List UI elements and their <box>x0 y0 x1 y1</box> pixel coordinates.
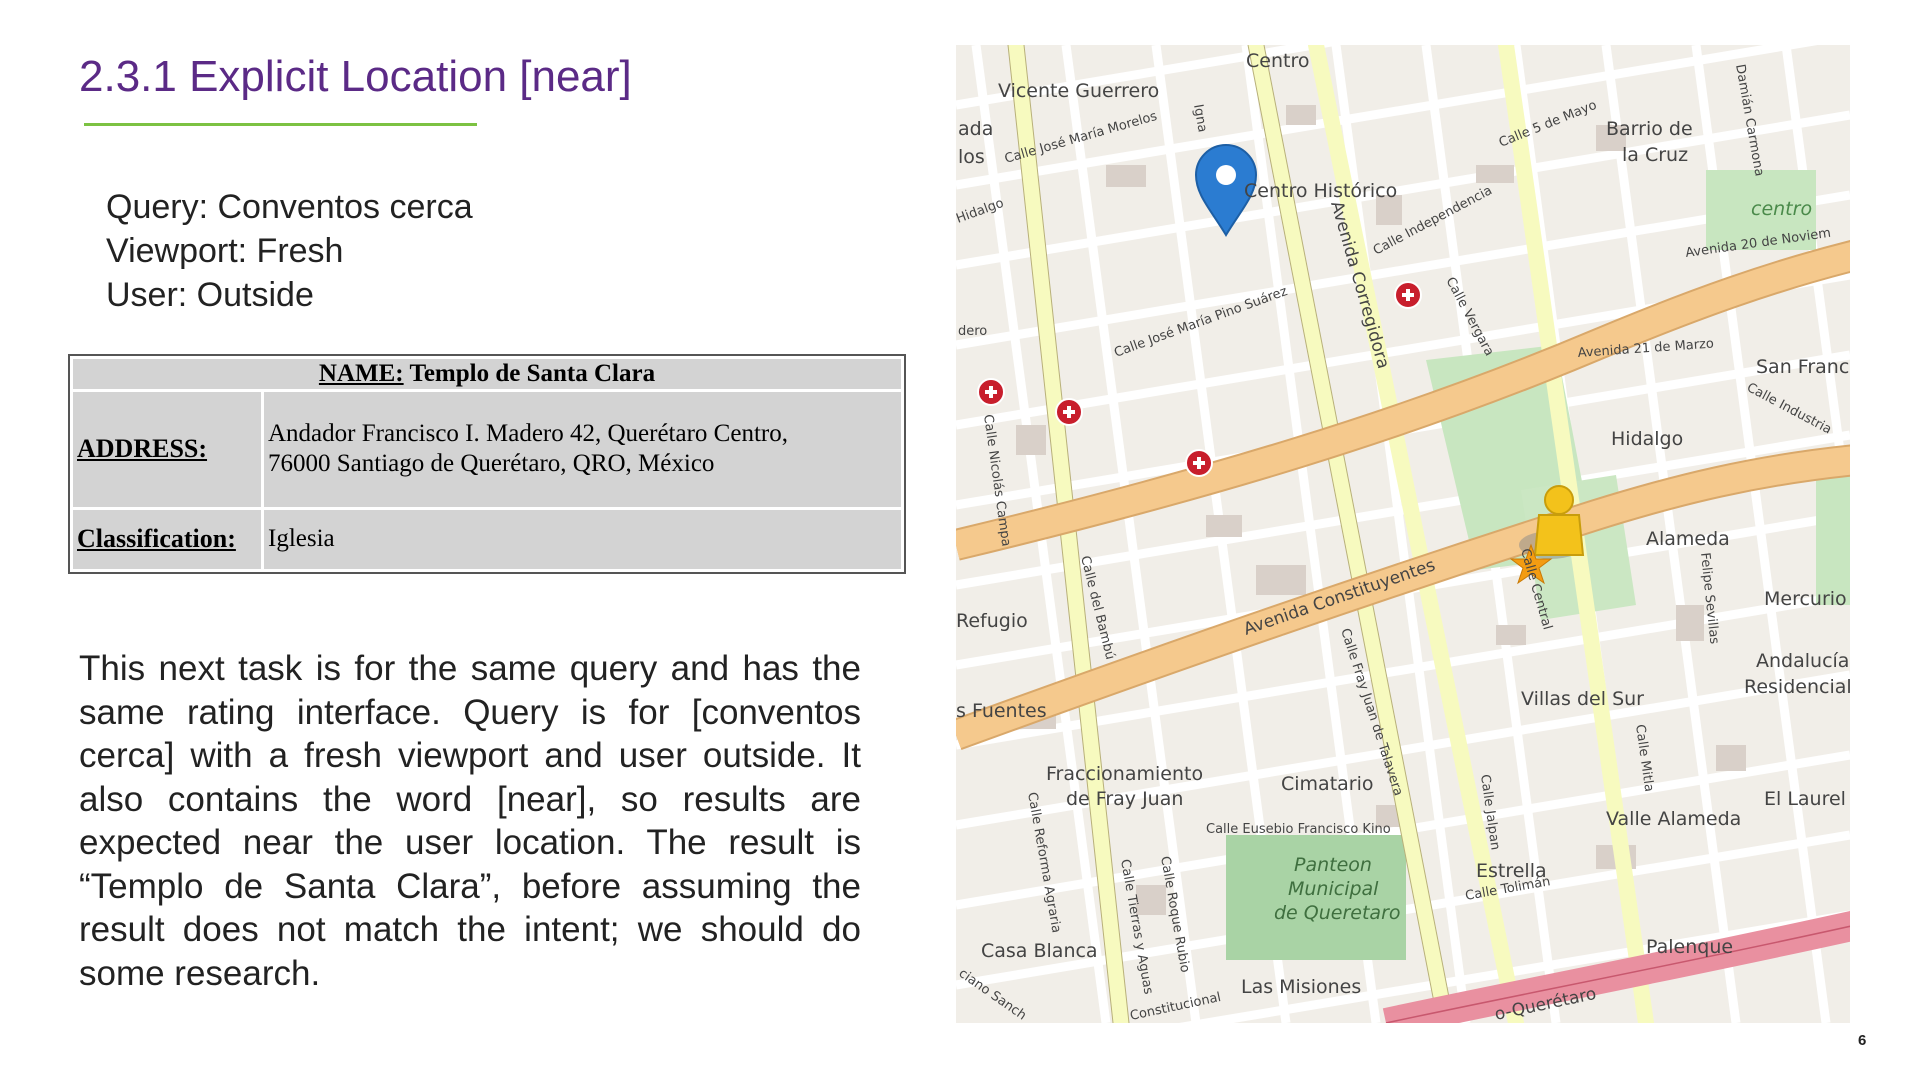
map-label: los <box>958 146 985 168</box>
map-label: dero <box>958 324 987 339</box>
map-label: Calle Eusebio Francisco Kino <box>1206 822 1391 837</box>
map-label: Mercurio <box>1764 588 1847 610</box>
viewport-line: Viewport: Fresh <box>106 232 344 270</box>
map-label: Las Misiones <box>1241 976 1361 998</box>
result-table: NAME: Templo de Santa Clara ADDRESS: And… <box>70 356 904 572</box>
result-card: NAME: Templo de Santa Clara ADDRESS: And… <box>68 354 906 574</box>
description-paragraph: This next task is for the same query and… <box>79 649 861 993</box>
map-label: Alameda <box>1646 528 1730 550</box>
query-line: Query: Conventos cerca <box>106 188 473 226</box>
map-label: Panteon <box>1294 854 1372 876</box>
map-label: Barrio de <box>1606 118 1693 140</box>
query-info: Query: Conventos cerca Viewport: Fresh U… <box>106 185 473 317</box>
classification-label: Classification: <box>73 509 261 569</box>
address-line-1: Andador Francisco I. Madero 42, Querétar… <box>268 420 788 448</box>
map-label: Valle Alameda <box>1606 808 1741 830</box>
user-line: User: Outside <box>106 276 314 314</box>
east-park <box>1816 475 1850 605</box>
map-label: Fraccionamiento <box>1046 763 1203 785</box>
hospital-icon[interactable] <box>977 378 1005 406</box>
map-label: Vicente Guerrero <box>998 80 1159 102</box>
map-label: ada <box>958 118 993 140</box>
page-number: 6 <box>1858 1032 1867 1049</box>
map-label: la Cruz <box>1622 144 1688 166</box>
address-value: Andador Francisco I. Madero 42, Querétar… <box>264 392 901 507</box>
map-canvas[interactable]: Centro Vicente Guerrero ada los Calle Jo… <box>956 45 1850 1023</box>
map-label: de Fray Juan <box>1066 788 1183 810</box>
map-label: centro <box>1751 198 1812 220</box>
slide-title: 2.3.1 Explicit Location [near] <box>79 52 632 101</box>
hospital-icon[interactable] <box>1394 281 1422 309</box>
map-label: Municipal <box>1288 878 1379 900</box>
name-label: NAME: <box>318 360 404 387</box>
classification-value: Iglesia <box>264 509 901 569</box>
map-label: Palenque <box>1646 936 1733 958</box>
title-underline <box>84 123 477 126</box>
map-label: Centro Histórico <box>1244 180 1397 202</box>
map-label: Hidalgo <box>1611 428 1683 450</box>
hospital-icon[interactable] <box>1185 449 1213 477</box>
map-label: Residencial <box>1744 676 1850 698</box>
map-label: Villas del Sur <box>1521 688 1644 710</box>
map-label: de Queretaro <box>1274 902 1401 924</box>
map-label: Centro <box>1246 50 1309 72</box>
address-label: ADDRESS: <box>73 392 261 507</box>
map-label: Casa Blanca <box>981 940 1098 962</box>
address-line-2: 76000 Santiago de Querétaro, QRO, México <box>268 450 715 478</box>
hospital-icon[interactable] <box>1055 398 1083 426</box>
map-label: El Laurel <box>1764 788 1846 810</box>
map-label: s Fuentes <box>956 700 1047 722</box>
map-label: Cimatario <box>1281 773 1374 795</box>
name-cell: NAME: Templo de Santa Clara <box>73 359 901 389</box>
map-label: San Franc <box>1756 356 1849 378</box>
name-value: Templo de Santa Clara <box>409 360 656 387</box>
map-label: Andalucía <box>1756 650 1849 672</box>
map-view[interactable]: Centro Vicente Guerrero ada los Calle Jo… <box>956 45 1850 1023</box>
map-label: Refugio <box>956 610 1028 632</box>
